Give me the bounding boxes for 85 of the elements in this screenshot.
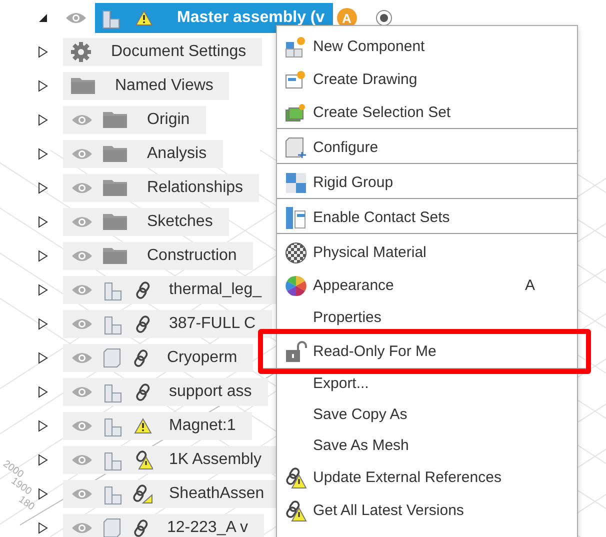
browser-item-name: Named Views: [115, 77, 214, 95]
browser-item-name: SheathAssen: [169, 485, 264, 503]
browser-row[interactable]: Magnet:1: [63, 412, 252, 440]
expand-toggle[interactable]: [36, 148, 50, 160]
folder-icon: [103, 112, 127, 128]
link-icon: [133, 519, 149, 537]
link-icon: [135, 383, 151, 401]
browser-row[interactable]: support ass: [63, 378, 268, 406]
component-name: Master assembly (v: [177, 9, 325, 27]
menu-item[interactable]: Configure: [277, 131, 577, 164]
block-icon: [285, 136, 307, 158]
browser-item-name: Relationships: [147, 179, 244, 197]
browser-row[interactable]: Relationships: [63, 174, 260, 202]
menu-item[interactable]: Read-Only For Me: [258, 329, 591, 374]
expand-toggle[interactable]: [36, 114, 50, 126]
drawing-sheet-icon: [285, 70, 307, 90]
expand-toggle[interactable]: [36, 46, 50, 58]
browser-row[interactable]: 387-FULL C: [63, 310, 272, 338]
menu-item[interactable]: Enable Contact Sets: [277, 201, 577, 234]
expand-toggle[interactable]: [36, 216, 50, 228]
cubes-star-icon: [285, 36, 307, 58]
folder-icon: [103, 180, 127, 196]
browser-item-name: 387-FULL C: [169, 315, 256, 333]
browser-row[interactable]: Cryoperm: [63, 344, 254, 372]
contact-sets-icon: [285, 206, 307, 230]
gear-icon: [71, 42, 91, 62]
menu-item[interactable]: Create Drawing: [277, 63, 577, 96]
link-icon: [135, 281, 151, 299]
browser-item-name: Construction: [147, 247, 237, 265]
browser-item-name: Origin: [147, 111, 190, 129]
browser-row[interactable]: Sketches: [63, 208, 229, 236]
expand-toggle[interactable]: [36, 488, 50, 500]
menu-item[interactable]: New Component: [277, 30, 577, 63]
expand-toggle[interactable]: [36, 386, 50, 398]
browser-row[interactable]: Construction: [63, 242, 253, 270]
folder-icon: [71, 78, 95, 94]
folder-icon: [103, 214, 127, 230]
link-icon: [135, 315, 151, 333]
link-warning-icon: [133, 484, 153, 504]
browser-row[interactable]: Origin: [63, 106, 206, 134]
browser-row[interactable]: Analysis: [63, 140, 223, 168]
browser-item-name: Sketches: [147, 213, 213, 231]
browser-item-name: Analysis: [147, 145, 207, 163]
link-warning-icon: [285, 500, 307, 522]
folder-icon: [103, 146, 127, 162]
menu-item[interactable]: Save As Mesh: [277, 430, 577, 461]
link-warning-icon: [285, 466, 307, 488]
browser-item-name: Magnet:1: [169, 417, 236, 435]
browser-item-name: 1K Assembly: [169, 451, 262, 469]
browser-item-name: 12-223_A v: [167, 519, 248, 537]
expand-toggle[interactable]: [36, 522, 50, 534]
expand-toggle[interactable]: [36, 250, 50, 262]
browser-item-name: Cryoperm: [167, 349, 238, 367]
browser-row[interactable]: Named Views: [63, 72, 230, 100]
expand-toggle[interactable]: [36, 318, 50, 330]
browser-item-name: support ass: [169, 383, 252, 401]
selection-set-icon: [285, 102, 307, 122]
puzzle-icon: [285, 172, 307, 194]
warning-icon: [135, 10, 153, 26]
cube-icon: [103, 348, 121, 368]
browser-item-name: thermal_leg_: [169, 281, 262, 299]
cube-icon: [103, 518, 121, 537]
expand-toggle[interactable]: [36, 420, 50, 432]
browser-item-name: Document Settings: [111, 43, 246, 61]
expand-toggle[interactable]: [36, 454, 50, 466]
expand-toggle[interactable]: [36, 182, 50, 194]
browser-row[interactable]: Document Settings: [63, 38, 262, 66]
unlocked-padlock-icon: [285, 340, 307, 362]
expand-toggle[interactable]: [36, 284, 50, 296]
menu-item[interactable]: Physical Material: [277, 236, 577, 269]
browser-row[interactable]: 1K Assembly: [63, 446, 278, 474]
browser-row[interactable]: 12-223_A v: [63, 514, 264, 537]
menu-item[interactable]: Appearance A: [277, 269, 577, 302]
checkered-sphere-icon: [285, 242, 307, 264]
menu-item[interactable]: Save Copy As: [277, 399, 577, 430]
warning-icon: [134, 418, 152, 434]
menu-item[interactable]: Rigid Group: [277, 166, 577, 199]
menu-item[interactable]: Create Selection Set: [277, 96, 577, 129]
link-warning-icon: [133, 450, 153, 470]
folder-icon: [103, 248, 127, 264]
browser-row[interactable]: thermal_leg_: [63, 276, 278, 304]
color-wheel-icon: [285, 274, 307, 296]
expand-toggle[interactable]: [36, 80, 50, 92]
link-icon: [133, 349, 149, 367]
expand-toggle[interactable]: [36, 352, 50, 364]
